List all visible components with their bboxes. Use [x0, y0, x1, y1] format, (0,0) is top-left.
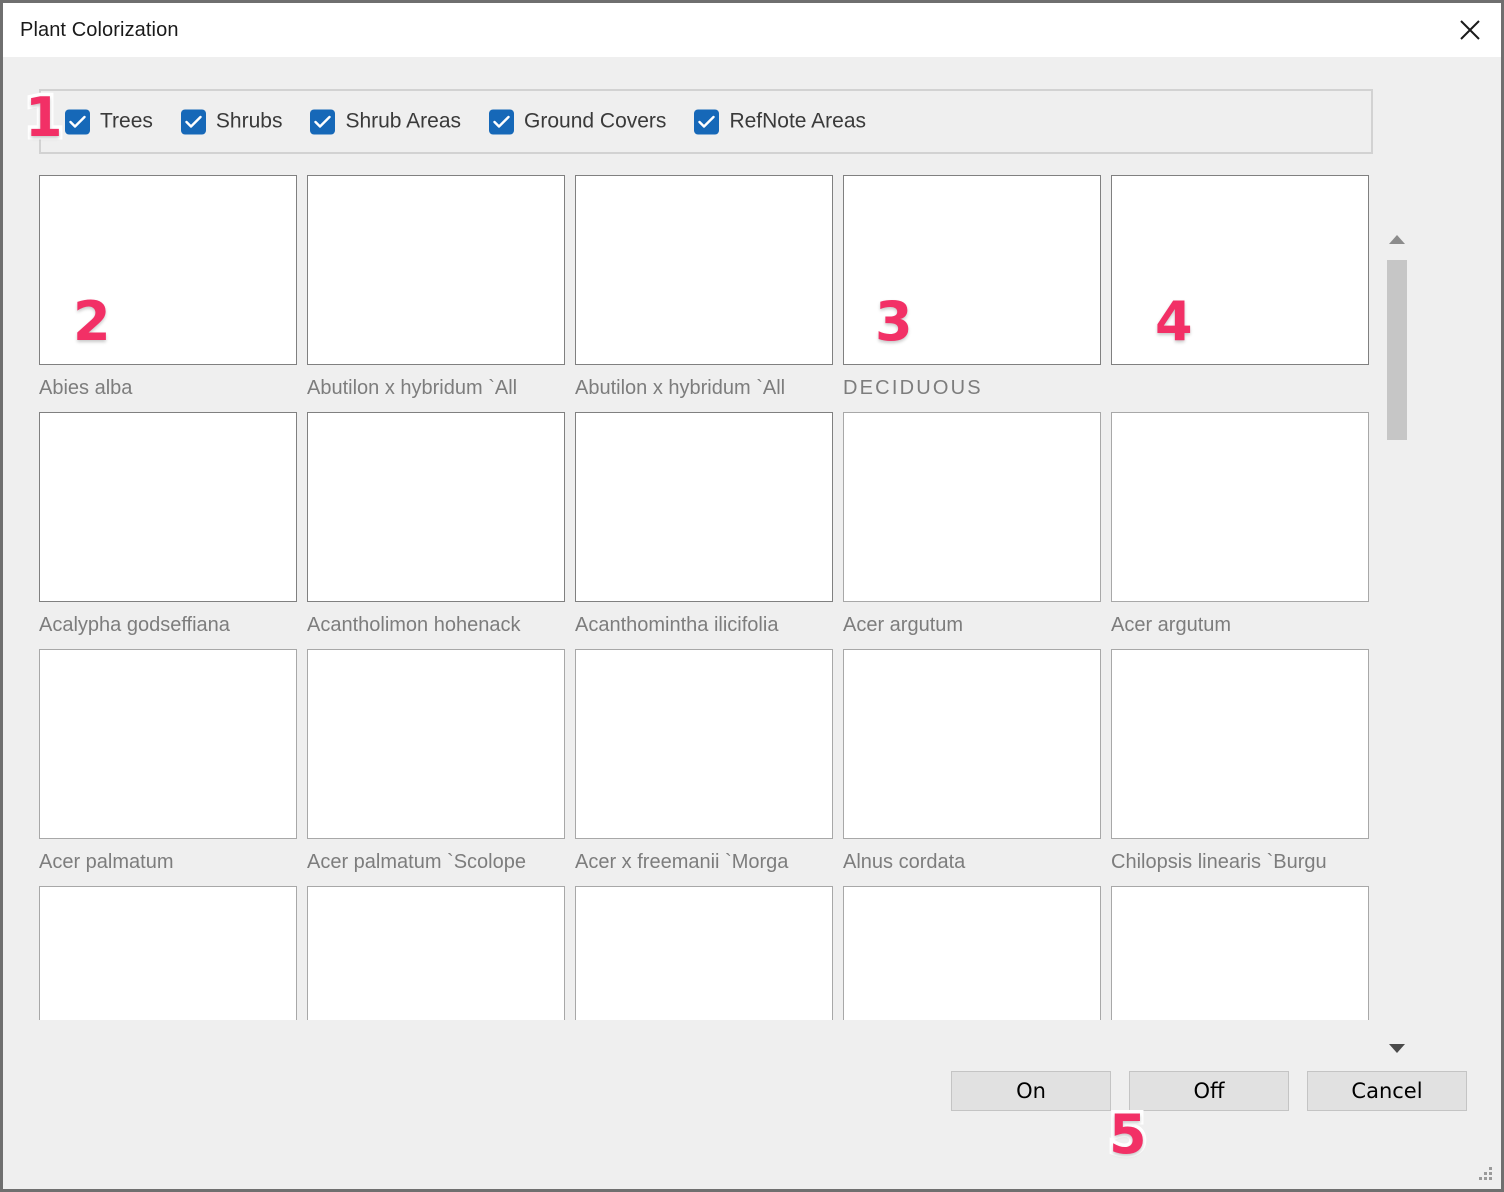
plant-thumbnail[interactable] — [575, 649, 833, 839]
plant-thumbnail[interactable] — [843, 649, 1101, 839]
plant-thumbnail[interactable] — [843, 886, 1101, 1020]
scroll-up-button[interactable] — [1384, 228, 1410, 254]
plant-grid: Abies alba Abutilon x hybridum `All Abutil… — [39, 175, 1373, 1020]
filter-checkbox-refnote-areas[interactable]: RefNote Areas — [694, 109, 866, 134]
off-button[interactable]: Off — [1129, 1071, 1289, 1111]
plant-grid-item[interactable]: Acer argutum — [843, 412, 1101, 649]
filter-checkbox-label: Ground Covers — [524, 109, 667, 133]
plant-thumbnail[interactable] — [843, 412, 1101, 602]
filter-checkbox-label: Shrub Areas — [345, 109, 462, 133]
plant-colorization-dialog: Plant Colorization Trees Shrubs Shrub Area… — [0, 0, 1504, 1192]
dialog-title: Plant Colorization — [20, 18, 179, 41]
plant-grid-item[interactable]: Abies alba — [39, 175, 297, 412]
plant-thumbnail[interactable] — [307, 649, 565, 839]
plant-grid-item[interactable] — [39, 886, 297, 1020]
plant-caption: Alnus cordata — [843, 851, 966, 873]
triangle-down-icon — [1388, 1041, 1406, 1059]
plant-thumbnail[interactable] — [575, 412, 833, 602]
dialog-titlebar: Plant Colorization — [0, 0, 1504, 57]
plant-grid-item[interactable]: Abutilon x hybridum `All — [575, 175, 833, 412]
on-button[interactable]: On — [951, 1071, 1111, 1111]
plant-grid-item[interactable]: Abutilon x hybridum `All — [307, 175, 565, 412]
plant-caption: Acer x freemanii `Morga — [575, 851, 789, 873]
plant-grid-row: Abies alba Abutilon x hybridum `All Abutil… — [39, 175, 1373, 412]
plant-thumbnail[interactable] — [575, 175, 833, 365]
plant-grid-item[interactable] — [1111, 886, 1369, 1020]
annotation-marker-5: 5 — [1106, 1103, 1151, 1166]
plant-thumbnail[interactable] — [575, 886, 833, 1020]
plant-thumbnail[interactable] — [307, 175, 565, 365]
close-icon — [1459, 19, 1481, 41]
plant-thumbnail[interactable] — [39, 175, 297, 365]
plant-grid-item[interactable] — [1111, 175, 1369, 412]
plant-thumbnail[interactable] — [1111, 649, 1369, 839]
plant-caption: Acalypha godseffiana — [39, 614, 230, 636]
plant-caption: Acantholimon hohenack — [307, 614, 521, 636]
filter-checkbox-shrubs[interactable]: Shrubs — [180, 109, 283, 134]
plant-grid-item[interactable]: Chilopsis linearis `Burgu — [1111, 649, 1369, 886]
scroll-down-button[interactable] — [1384, 1037, 1410, 1063]
plant-grid-item[interactable] — [575, 886, 833, 1020]
plant-thumbnail[interactable] — [1111, 175, 1369, 365]
vertical-scrollbar[interactable] — [1384, 175, 1410, 1053]
plant-caption: Chilopsis linearis `Burgu — [1111, 851, 1327, 873]
plant-caption: Acer argutum — [1111, 614, 1232, 636]
filter-checkbox-label: RefNote Areas — [729, 109, 867, 133]
filter-checkbox-label: Trees — [100, 109, 153, 133]
plant-grid-item[interactable]: Acantholimon hohenack — [307, 412, 565, 649]
resize-grip-icon[interactable] — [1479, 1167, 1493, 1181]
plant-thumbnail[interactable] — [307, 412, 565, 602]
plant-grid-item[interactable]: Acer x freemanii `Morga — [575, 649, 833, 886]
filter-groupbox: Trees Shrubs Shrub Areas Ground Covers RefNo… — [39, 89, 1373, 154]
filter-checkbox-row: Trees Shrubs Shrub Areas Ground Covers RefNo… — [65, 109, 894, 134]
plant-caption: Acer argutum — [843, 614, 964, 636]
plant-grid-item[interactable]: Acer argutum — [1111, 412, 1369, 649]
filter-checkbox-ground-covers[interactable]: Ground Covers — [489, 109, 666, 134]
filter-checkbox-shrub-areas[interactable]: Shrub Areas — [310, 109, 461, 134]
scrollbar-thumb[interactable] — [1387, 260, 1407, 440]
plant-thumbnail[interactable] — [1111, 886, 1369, 1020]
plant-caption: Acer palmatum `Scolope — [307, 851, 526, 873]
plant-caption: Abutilon x hybridum `All — [575, 377, 786, 399]
plant-caption — [1111, 365, 1369, 412]
dialog-body: Trees Shrubs Shrub Areas Ground Covers RefNo… — [3, 57, 1501, 1189]
plant-thumbnail[interactable] — [307, 886, 565, 1020]
plant-grid-item[interactable]: Acanthomintha ilicifolia — [575, 412, 833, 649]
checkbox-checked-icon — [489, 109, 515, 134]
plant-grid-row: Acalypha godseffiana Acantholimon hohenac… — [39, 412, 1373, 649]
plant-grid-item[interactable] — [843, 886, 1101, 1020]
plant-grid-viewport[interactable]: Abies alba Abutilon x hybridum `All Abutil… — [39, 175, 1373, 1020]
plant-thumbnail[interactable] — [1111, 412, 1369, 602]
plant-grid-item[interactable]: Acer palmatum `Scolope — [307, 649, 565, 886]
filter-checkbox-trees[interactable]: Trees — [65, 109, 153, 134]
plant-grid-item[interactable]: Acer palmatum — [39, 649, 297, 886]
checkbox-checked-icon — [694, 109, 720, 134]
plant-thumbnail[interactable] — [39, 886, 297, 1020]
plant-grid-item[interactable]: Alnus cordata — [843, 649, 1101, 886]
plant-caption: DECIDUOUS — [843, 377, 983, 399]
plant-thumbnail[interactable] — [39, 412, 297, 602]
plant-thumbnail[interactable] — [843, 175, 1101, 365]
plant-caption: Acer palmatum — [39, 851, 174, 873]
cancel-button[interactable]: Cancel — [1307, 1071, 1467, 1111]
dialog-footer: On Off Cancel — [951, 1071, 1467, 1111]
checkbox-checked-icon — [180, 109, 206, 134]
checkbox-checked-icon — [65, 109, 90, 134]
plant-grid-row: Acer palmatum Acer palmatum `Scolope Acer … — [39, 649, 1373, 886]
plant-grid-row — [39, 886, 1373, 1020]
checkbox-checked-icon — [310, 109, 336, 134]
triangle-up-icon — [1388, 232, 1406, 250]
plant-caption: Abies alba — [39, 377, 133, 399]
plant-caption: Abutilon x hybridum `All — [307, 377, 518, 399]
plant-grid-item[interactable]: Acalypha godseffiana — [39, 412, 297, 649]
close-button[interactable] — [1439, 3, 1501, 57]
plant-grid-item[interactable] — [307, 886, 565, 1020]
plant-grid-item[interactable]: DECIDUOUS — [843, 175, 1101, 412]
plant-caption: Acanthomintha ilicifolia — [575, 614, 779, 636]
plant-thumbnail[interactable] — [39, 649, 297, 839]
filter-checkbox-label: Shrubs — [215, 109, 283, 133]
